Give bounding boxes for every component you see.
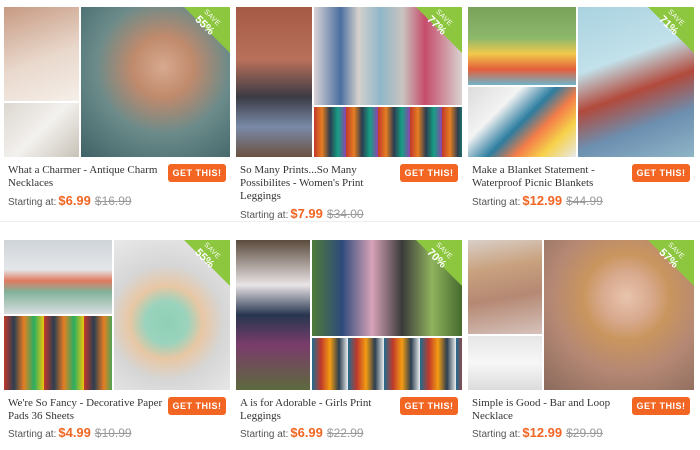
photo-woman-closeup [4,7,79,101]
price-line: Starting at: $4.99 $10.99 [8,425,132,440]
price-line: Starting at: $6.99 $22.99 [240,425,364,440]
starting-at-label: Starting at: [472,429,521,440]
row-divider [0,221,700,222]
photo-woman-leggings [236,7,312,157]
product-card[interactable]: SAVE 71% Make a Blanket Statement - Water… [468,7,694,217]
price-line: Starting at: $7.99 $34.00 [240,206,364,221]
product-card[interactable]: SAVE 55% We're So Fancy - Decorative Pape… [4,240,230,450]
photo-bunting [4,240,112,314]
starting-at-label: Starting at: [240,429,289,440]
starting-at-label: Starting at: [8,197,57,208]
sale-price: $7.99 [290,206,323,221]
sale-price: $4.99 [58,425,91,440]
photo-paper-pads [4,316,112,390]
get-this-button[interactable]: GET THIS! [168,164,226,182]
get-this-button[interactable]: GET THIS! [400,164,458,182]
sale-price: $12.99 [522,425,563,440]
product-image[interactable]: SAVE 55% [4,240,230,390]
product-image[interactable]: SAVE 70% [236,240,462,390]
photo-girl-leggings [236,240,310,390]
sale-price: $12.99 [522,193,563,208]
original-price: $44.99 [566,194,603,208]
photo-leggings-pile [314,107,462,157]
product-image[interactable]: SAVE 71% [468,7,694,157]
starting-at-label: Starting at: [8,429,57,440]
product-title[interactable]: What a Charmer - Antique Charm Necklaces [8,164,166,190]
product-title[interactable]: Simple is Good - Bar and Loop Necklace [472,397,630,423]
product-card[interactable]: SAVE 70% A is for Adorable - Girls Print … [236,240,462,450]
photo-folded-blanket [468,87,576,157]
photo-leggings-stack [312,338,462,390]
photo-bar-necklace [468,336,542,390]
get-this-button[interactable]: GET THIS! [632,397,690,415]
price-line: Starting at: $6.99 $16.99 [8,193,132,208]
product-card[interactable]: SAVE 55% What a Charmer - Antique Charm N… [4,7,230,217]
starting-at-label: Starting at: [240,210,289,221]
price-line: Starting at: $12.99 $29.99 [472,425,603,440]
original-price: $16.99 [94,194,132,208]
get-this-button[interactable]: GET THIS! [168,397,226,415]
product-title[interactable]: We're So Fancy - Decorative Paper Pads 3… [8,397,166,423]
product-card[interactable]: SAVE 57% Simple is Good - Bar and Loop Ne… [468,240,694,450]
original-price: $10.99 [94,426,132,440]
product-card[interactable]: SAVE 77% So Many Prints...So Many Possibi… [236,7,462,221]
product-image[interactable]: SAVE 55% [4,7,230,157]
price-line: Starting at: $12.99 $44.99 [472,193,603,208]
original-price: $29.99 [566,426,603,440]
photo-woman-profile [468,240,542,334]
product-title[interactable]: Make a Blanket Statement - Waterproof Pi… [472,164,630,190]
sale-price: $6.99 [58,193,91,208]
photo-necklaces [4,103,79,157]
original-price: $34.00 [326,207,364,221]
product-title[interactable]: So Many Prints...So Many Possibilites - … [240,164,398,203]
product-title[interactable]: A is for Adorable - Girls Print Leggings [240,397,398,423]
photo-girl-on-blanket [468,7,576,85]
get-this-button[interactable]: GET THIS! [400,397,458,415]
deals-grid: SAVE 55% What a Charmer - Antique Charm N… [0,0,700,447]
get-this-button[interactable]: GET THIS! [632,164,690,182]
product-image[interactable]: SAVE 57% [468,240,694,390]
original-price: $22.99 [326,426,364,440]
product-image[interactable]: SAVE 77% [236,7,462,157]
starting-at-label: Starting at: [472,197,521,208]
sale-price: $6.99 [290,425,323,440]
